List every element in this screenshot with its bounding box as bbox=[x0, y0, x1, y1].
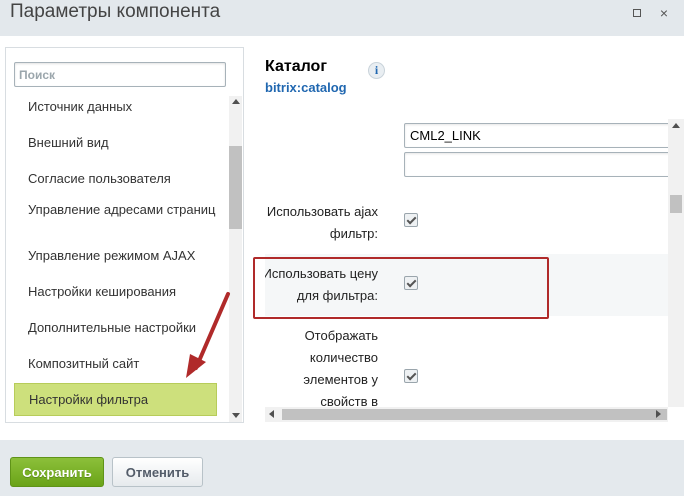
scroll-down-icon[interactable] bbox=[231, 413, 240, 418]
component-id: bitrix:catalog bbox=[265, 80, 347, 95]
minimize-icon bbox=[633, 9, 641, 17]
sidebar-item-ajax-mode[interactable]: Управление режимом AJAX bbox=[14, 248, 216, 264]
annotation-arrow-icon bbox=[186, 292, 230, 378]
close-button[interactable]: × bbox=[654, 4, 674, 22]
scrollbar-thumb[interactable] bbox=[670, 195, 682, 213]
sidebar-item-filter-settings[interactable]: Настройки фильтра bbox=[14, 383, 217, 416]
element-count-label: Отображать количество элементов у свойст… bbox=[303, 328, 378, 407]
component-title: Каталог bbox=[265, 58, 327, 75]
scroll-up-icon[interactable] bbox=[231, 99, 240, 104]
sidebar-item-page-addresses[interactable]: Управление адресами страниц bbox=[14, 202, 216, 218]
hscrollbar-thumb[interactable] bbox=[282, 409, 667, 420]
scrollbar-thumb[interactable] bbox=[229, 146, 242, 229]
dialog-titlebar: Параметры компонента × bbox=[0, 0, 684, 36]
minimize-button[interactable] bbox=[627, 4, 647, 22]
sidebar-item-data-source[interactable]: Источник данных bbox=[14, 99, 216, 115]
scroll-up-icon[interactable] bbox=[672, 123, 680, 128]
ajax-filter-checkbox[interactable] bbox=[404, 213, 418, 227]
link-property-input[interactable] bbox=[404, 123, 668, 148]
scroll-left-icon[interactable] bbox=[269, 410, 274, 418]
sidebar-item-appearance[interactable]: Внешний вид bbox=[14, 135, 216, 151]
properties-scrollbar[interactable] bbox=[668, 119, 684, 407]
sidebar-item-user-consent[interactable]: Согласие пользователя bbox=[14, 171, 216, 187]
ajax-filter-label: Использовать ajax фильтр: bbox=[266, 204, 378, 241]
dialog-title: Параметры компонента bbox=[10, 1, 221, 22]
empty-property-input[interactable] bbox=[404, 152, 668, 177]
cancel-button[interactable]: Отменить bbox=[112, 457, 203, 487]
element-count-checkbox[interactable] bbox=[404, 369, 418, 383]
annotation-highlight bbox=[253, 257, 549, 319]
search-input[interactable] bbox=[14, 62, 226, 87]
info-icon[interactable]: i bbox=[368, 62, 385, 79]
save-button[interactable]: Сохранить bbox=[10, 457, 104, 487]
scroll-right-icon[interactable] bbox=[656, 410, 661, 418]
properties-hscrollbar[interactable] bbox=[265, 407, 668, 422]
